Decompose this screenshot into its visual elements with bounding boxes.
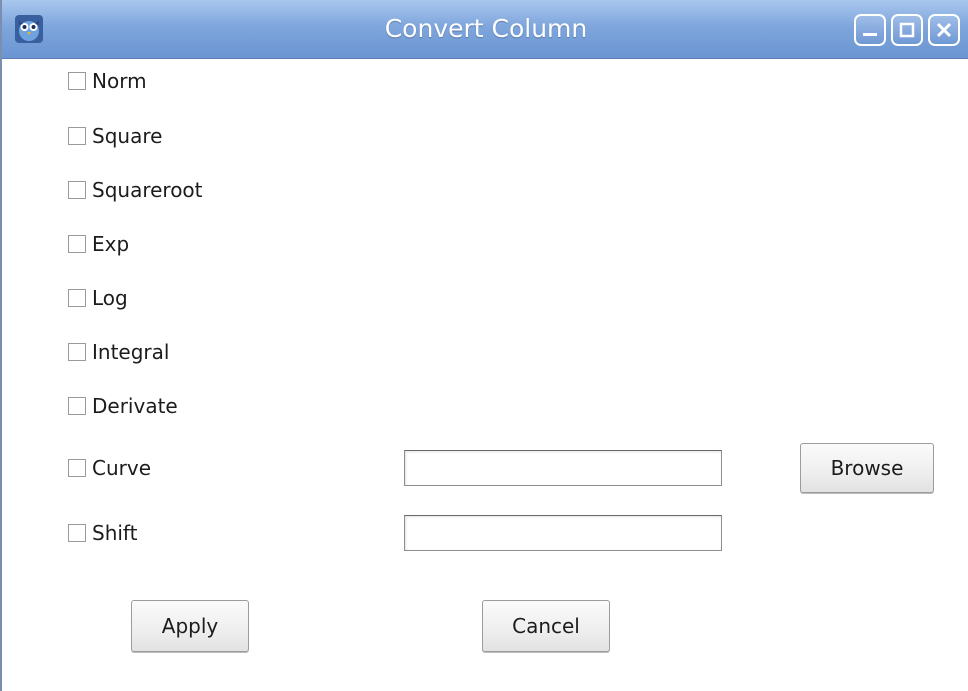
option-exp[interactable]: Exp	[68, 229, 129, 259]
norm-checkbox[interactable]	[68, 72, 86, 90]
window-title: Convert Column	[384, 14, 588, 43]
squareroot-checkbox[interactable]	[68, 181, 86, 199]
curve-file-input[interactable]	[404, 450, 722, 486]
option-square[interactable]: Square	[68, 121, 162, 151]
shift-value-input[interactable]	[404, 515, 722, 551]
log-checkbox[interactable]	[68, 289, 86, 307]
option-integral[interactable]: Integral	[68, 337, 169, 367]
derivate-label: Derivate	[92, 394, 178, 418]
minimize-button[interactable]	[854, 14, 886, 46]
apply-button[interactable]: Apply	[131, 600, 249, 652]
exp-checkbox[interactable]	[68, 235, 86, 253]
option-squareroot[interactable]: Squareroot	[68, 175, 203, 205]
curve-label: Curve	[92, 456, 152, 480]
convert-column-window: Convert Column Norm Square Squareroot Ex…	[0, 0, 968, 691]
option-curve[interactable]: Curve	[68, 453, 151, 483]
log-label: Log	[92, 286, 128, 310]
norm-label: Norm	[92, 69, 147, 93]
option-log[interactable]: Log	[68, 283, 128, 313]
cancel-button-label: Cancel	[512, 614, 580, 638]
option-derivate[interactable]: Derivate	[68, 391, 178, 421]
option-norm[interactable]: Norm	[68, 66, 147, 96]
browse-button-label: Browse	[830, 456, 904, 480]
square-label: Square	[92, 124, 163, 148]
close-button[interactable]	[928, 14, 960, 46]
minimize-icon	[863, 33, 877, 36]
shift-checkbox[interactable]	[68, 524, 86, 542]
integral-label: Integral	[92, 340, 170, 364]
browse-button[interactable]: Browse	[800, 443, 934, 493]
title-bar[interactable]: Convert Column	[2, 0, 968, 59]
maximize-button[interactable]	[891, 14, 923, 46]
apply-button-label: Apply	[161, 614, 219, 638]
option-shift[interactable]: Shift	[68, 518, 137, 548]
maximize-icon	[899, 22, 915, 38]
integral-checkbox[interactable]	[68, 343, 86, 361]
cancel-button[interactable]: Cancel	[482, 600, 610, 652]
curve-checkbox[interactable]	[68, 459, 86, 477]
close-icon	[936, 22, 952, 38]
shift-label: Shift	[92, 521, 138, 545]
squareroot-label: Squareroot	[92, 178, 203, 202]
exp-label: Exp	[92, 232, 130, 256]
derivate-checkbox[interactable]	[68, 397, 86, 415]
square-checkbox[interactable]	[68, 127, 86, 145]
